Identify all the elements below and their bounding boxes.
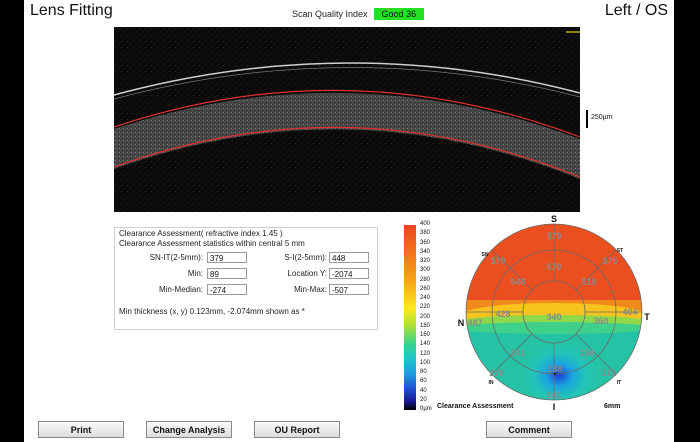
map-value-t-outer: 404 <box>622 307 637 317</box>
map-value-it-outer: 172 <box>601 368 616 378</box>
min-thickness-marker: * <box>553 371 557 382</box>
clearance-assessment-panel: Clearance Assessment( refractive index 1… <box>114 227 378 330</box>
location-y-value: -2074 <box>329 268 369 279</box>
oct-bscan-image[interactable] <box>114 27 580 212</box>
map-footer-label: Clearance Assessment <box>437 403 514 410</box>
change-analysis-button[interactable]: Change Analysis <box>146 421 232 438</box>
map-value-s-mid: 570 <box>546 262 561 272</box>
min-median-value: -274 <box>207 284 247 295</box>
clearance-colorbar <box>404 225 416 410</box>
s-i-label: S-I(2-5mm): <box>284 253 327 262</box>
map-value-in-mid: 241 <box>510 348 525 358</box>
min-max-value: -507 <box>329 284 369 295</box>
min-median-label: Min-Median: <box>158 285 203 294</box>
map-value-in-outer: 278 <box>489 368 504 378</box>
map-value-t-mid: 360 <box>593 316 608 326</box>
sn-it-value: 379 <box>207 252 247 263</box>
sec-sn-label: SN <box>482 252 489 258</box>
sec-st-label: ST <box>617 248 623 254</box>
dir-superior-label: S <box>551 214 557 224</box>
scan-quality-index: Scan Quality Index Good 36 <box>292 8 425 20</box>
min-thickness-note: Min thickness (x, y) 0.123mm, -2.074mm s… <box>119 307 305 316</box>
map-value-st-mid: 519 <box>581 277 596 287</box>
location-y-label: Location Y: <box>287 269 327 278</box>
scan-quality-label: Scan Quality Index <box>292 9 368 19</box>
colorbar-tick: 20 <box>420 396 427 403</box>
dir-nasal-label: N <box>458 318 465 328</box>
clearance-title: Clearance Assessment( refractive index 1… <box>119 229 283 238</box>
ou-report-button[interactable]: OU Report <box>254 421 340 438</box>
scan-quality-value: 36 <box>406 9 417 19</box>
colorbar-tick: 60 <box>420 378 427 385</box>
map-value-sn-outer: 579 <box>490 256 505 266</box>
lens-fitting-window: Lens Fitting Left / OS Scan Quality Inde… <box>24 0 674 442</box>
sec-it-label: IT <box>617 380 621 386</box>
scale-bar <box>586 110 588 128</box>
min-max-label: Min-Max: <box>294 285 327 294</box>
map-value-center: 340 <box>546 312 561 322</box>
app-title: Lens Fitting <box>30 2 113 19</box>
scan-quality-status: Good <box>381 9 404 19</box>
map-footer-size: 6mm <box>604 403 621 410</box>
colorbar-tick: 40 <box>420 387 427 394</box>
min-label: Min: <box>187 269 203 278</box>
map-value-s-outer: 579 <box>546 231 561 241</box>
clearance-subtitle: Clearance Assessment statistics within c… <box>119 239 305 248</box>
map-value-i-outer: 141 <box>546 390 561 400</box>
clearance-map[interactable]: 579 579 575 570 548 519 487 404 428 340 … <box>429 212 674 412</box>
s-i-value: 448 <box>329 252 369 263</box>
sn-it-label: SN-IT(2-5mm): <box>149 253 203 262</box>
map-value-n-outer: 487 <box>467 318 482 328</box>
map-value-it-mid: 169 <box>579 348 594 358</box>
comment-button[interactable]: Comment <box>486 421 572 438</box>
print-button[interactable]: Print <box>38 421 124 438</box>
dir-temporal-label: T <box>644 312 650 322</box>
map-value-sn-mid: 548 <box>510 277 525 287</box>
map-value-n-mid: 428 <box>495 309 510 319</box>
sec-in-label: IN <box>489 380 494 386</box>
colorbar-tick: 80 <box>420 369 427 375</box>
scale-bar-label: 250µm <box>591 114 613 121</box>
min-value: 89 <box>207 268 247 279</box>
eye-label: Left / OS <box>604 2 668 19</box>
scan-quality-badge: Good 36 <box>373 8 425 20</box>
oct-bscan-svg <box>114 27 580 212</box>
map-value-st-outer: 575 <box>602 256 617 266</box>
dir-inferior-label: I <box>553 402 556 412</box>
